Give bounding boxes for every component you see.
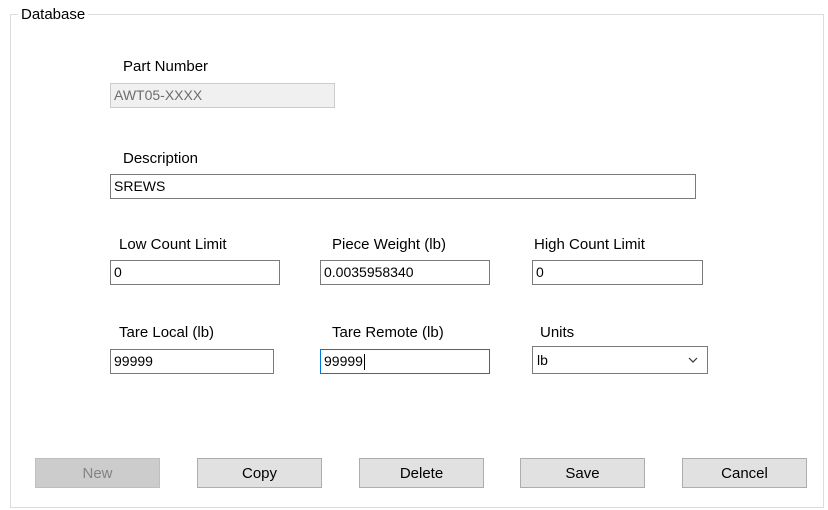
- low-count-limit-field[interactable]: 0: [110, 260, 280, 285]
- units-selected-value: lb: [537, 352, 548, 368]
- cancel-button[interactable]: Cancel: [682, 458, 807, 488]
- delete-button[interactable]: Delete: [359, 458, 484, 488]
- part-number-field[interactable]: AWT05-XXXX: [110, 83, 335, 108]
- chevron-down-icon[interactable]: [688, 355, 698, 365]
- group-title: Database: [18, 6, 89, 23]
- low-count-limit-label: Low Count Limit: [119, 236, 227, 253]
- save-button[interactable]: Save: [520, 458, 645, 488]
- tare-remote-field[interactable]: 99999: [320, 349, 490, 374]
- part-number-label: Part Number: [123, 58, 209, 75]
- piece-weight-label: Piece Weight (lb): [332, 236, 446, 253]
- copy-button[interactable]: Copy: [197, 458, 322, 488]
- high-count-limit-field[interactable]: 0: [532, 260, 703, 285]
- tare-local-field[interactable]: 99999: [110, 349, 274, 374]
- text-caret: [363, 354, 365, 371]
- tare-remote-label: Tare Remote (lb): [332, 324, 444, 341]
- tare-local-label: Tare Local (lb): [119, 324, 215, 341]
- new-button[interactable]: New: [35, 458, 160, 488]
- high-count-limit-label: High Count Limit: [534, 236, 645, 253]
- piece-weight-field[interactable]: 0.0035958340: [320, 260, 490, 285]
- description-field[interactable]: SREWS: [110, 174, 696, 199]
- tare-remote-value: 99999: [324, 353, 363, 369]
- units-dropdown[interactable]: lb: [532, 346, 708, 374]
- description-label: Description: [123, 150, 199, 167]
- units-label: Units: [540, 324, 575, 341]
